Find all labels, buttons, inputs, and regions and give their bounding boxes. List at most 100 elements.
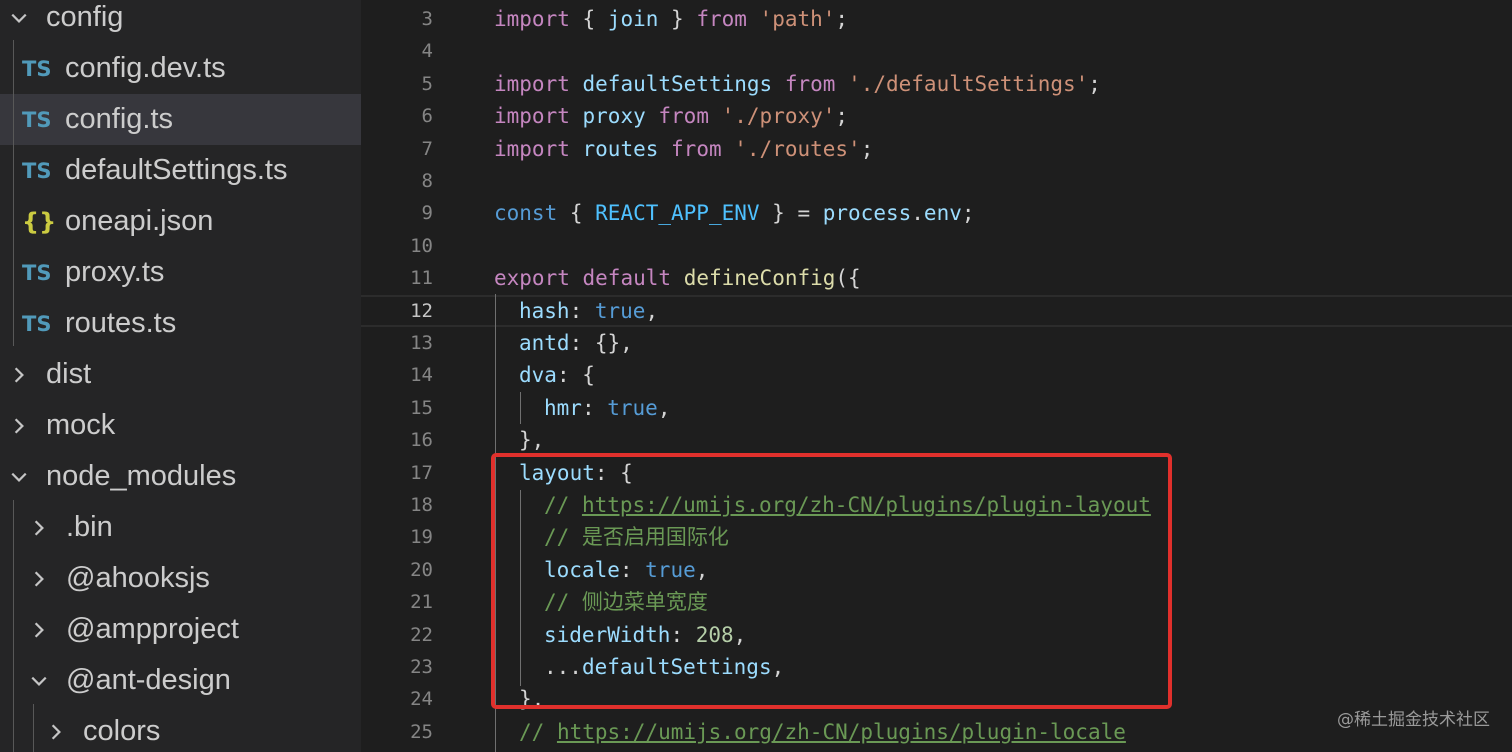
code-token: from	[696, 7, 747, 31]
highlight-annotation-box	[491, 453, 1172, 709]
code-token: ;	[835, 7, 849, 31]
code-line[interactable]: hmr: true,	[544, 392, 670, 424]
code-line[interactable]: },	[519, 424, 544, 456]
code-token: proxy	[582, 104, 646, 129]
tree-item-routes-ts[interactable]: TS routes.ts	[0, 298, 361, 349]
code-line[interactable]: import routes from './routes';	[494, 133, 873, 165]
code-token: :	[569, 298, 595, 323]
code-token: ,	[657, 395, 671, 420]
code-token: './routes'	[734, 136, 861, 161]
line-number: 19	[410, 526, 433, 549]
line-number: 16	[410, 429, 433, 452]
tree-item-oneapi-json[interactable]: {} oneapi.json	[0, 196, 361, 247]
code-line[interactable]: import { join } from 'path';	[494, 3, 848, 35]
code-line[interactable]: // https://umijs.org/zh-CN/plugins/plugi…	[519, 716, 1126, 748]
code-token: join	[607, 7, 659, 31]
tree-item-ampproject[interactable]: @ampproject	[0, 604, 361, 655]
line-number: 4	[421, 40, 433, 63]
line-number: 9	[421, 202, 433, 225]
line-number: 5	[421, 72, 433, 95]
code-token: ({	[835, 266, 861, 291]
tree-item-bin[interactable]: .bin	[0, 502, 361, 553]
tree-item-config[interactable]: config	[0, 0, 361, 43]
tree-item-ant-design[interactable]: @ant-design	[0, 655, 361, 706]
line-number: 11	[410, 267, 433, 290]
json-file-icon: {}	[22, 207, 57, 236]
line-number: 24	[410, 688, 433, 711]
code-token: from	[671, 136, 722, 161]
code-token: import	[494, 71, 570, 96]
code-token: from	[658, 104, 709, 129]
code-line[interactable]: export default defineConfig({	[494, 262, 861, 294]
code-token: 'path'	[759, 7, 836, 31]
code-token: export	[494, 266, 570, 291]
chevron-right-icon[interactable]	[8, 400, 30, 451]
chevron-right-icon[interactable]	[28, 604, 50, 655]
code-token: : {	[556, 363, 595, 388]
tree-item-dist[interactable]: dist	[0, 349, 361, 400]
code-line[interactable]: import defaultSettings from './defaultSe…	[494, 68, 1101, 100]
tree-item-proxy-ts[interactable]: TS proxy.ts	[0, 247, 361, 298]
code-token: ;	[1088, 71, 1101, 96]
code-token: defineConfig	[683, 266, 836, 291]
chevron-right-icon[interactable]	[45, 706, 67, 752]
code-token: env	[923, 201, 962, 226]
typescript-file-icon: TS	[22, 158, 52, 183]
code-line[interactable]: hash: true,	[519, 295, 658, 327]
chevron-down-icon[interactable]	[28, 655, 50, 706]
tree-item-config-ts[interactable]: TS config.ts	[0, 94, 361, 145]
chevron-down-icon[interactable]	[8, 451, 30, 502]
code-token: : {},	[569, 331, 633, 355]
code-line[interactable]: import proxy from './proxy';	[494, 100, 848, 132]
code-editor[interactable]: 3 import { join } from 'path'; 4 5 import de…	[361, 0, 1512, 752]
tree-item-colors[interactable]: colors	[0, 706, 361, 752]
indent-guide	[13, 500, 14, 752]
code-line[interactable]: dva: {	[519, 359, 595, 391]
chevron-right-icon[interactable]	[28, 502, 50, 553]
tree-item-config-dev-ts[interactable]: TS config.dev.ts	[0, 43, 361, 94]
code-token: true	[607, 395, 658, 420]
code-token: const	[494, 201, 558, 226]
line-number: 3	[421, 8, 433, 30]
chevron-down-icon[interactable]	[8, 0, 30, 43]
chevron-right-icon[interactable]	[8, 349, 30, 400]
code-token: routes	[582, 136, 659, 161]
code-token: ;	[961, 201, 975, 226]
line-number: 12	[410, 299, 433, 322]
tree-item-label: defaultSettings.ts	[65, 154, 288, 186]
line-number: 7	[421, 137, 433, 160]
line-number: 17	[410, 461, 433, 484]
code-token: import	[494, 7, 570, 31]
line-number: 6	[421, 105, 433, 128]
tree-item-label: config.dev.ts	[65, 52, 226, 84]
code-line[interactable]: antd: {},	[519, 327, 633, 359]
typescript-file-icon: TS	[22, 107, 52, 132]
code-line[interactable]: const { REACT_APP_ENV } = process.env;	[494, 197, 975, 229]
explorer-sidebar: config TS config.dev.ts TS config.ts TS defaul…	[0, 0, 361, 752]
code-token: } =	[759, 201, 823, 226]
tree-item-mock[interactable]: mock	[0, 400, 361, 451]
tree-item-node-modules[interactable]: node_modules	[0, 451, 361, 502]
code-token[interactable]: https://umijs.org/zh-CN/plugins/plugin-l…	[557, 720, 1126, 744]
line-number: 14	[410, 364, 433, 387]
code-token: //	[519, 719, 557, 744]
code-token: from	[784, 71, 836, 96]
line-number: 15	[410, 396, 433, 419]
line-number: 20	[410, 558, 433, 581]
code-token: hmr	[544, 395, 582, 420]
line-number: 18	[410, 494, 433, 516]
code-token: REACT_APP_ENV	[595, 201, 760, 226]
code-token: ,	[645, 298, 659, 323]
tree-item-defaultsettings-ts[interactable]: TS defaultSettings.ts	[0, 145, 361, 196]
line-number: 22	[410, 623, 433, 646]
chevron-right-icon[interactable]	[28, 553, 50, 604]
indent-guide	[33, 704, 34, 752]
code-token: dva	[519, 363, 557, 388]
code-token: import	[494, 104, 570, 129]
tree-item-ahooksjs[interactable]: @ahooksjs	[0, 553, 361, 604]
